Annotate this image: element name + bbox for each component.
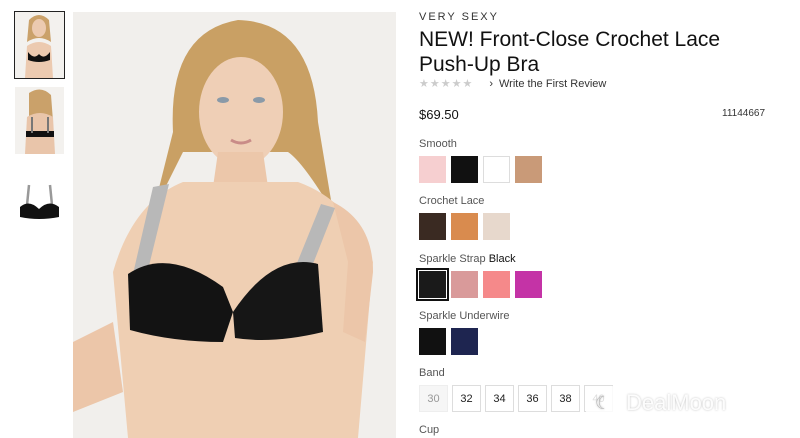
band-size-option[interactable]: 36 [518,385,547,412]
smooth-swatches [419,156,542,183]
thumbnail-3[interactable] [15,163,64,231]
dealmoon-watermark: ☾ DealMoon [586,386,726,420]
sparkle-strap-swatches [416,268,542,301]
model-back-thumbnail-image [15,87,64,154]
watermark-text: DealMoon [626,390,727,415]
product-title: NEW! Front-Close Crochet Lace Push-Up Br… [419,28,721,76]
sparkle-strap-swatch-black[interactable] [416,268,449,301]
band-label: Band [419,367,445,379]
product-flat-thumbnail-image [15,163,64,231]
band-size-option[interactable]: 30 [419,385,448,412]
chevron-right-icon: › [489,77,493,90]
sparkle-strap-label-text: Sparkle Strap [419,253,486,265]
underwire-swatch-black[interactable] [419,328,446,355]
product-sku: 11144667 [722,108,766,119]
band-size-option[interactable]: 38 [551,385,580,412]
band-size-option[interactable]: 34 [485,385,514,412]
smooth-swatch-pink[interactable] [419,156,446,183]
sparkle-strap-swatch-rose[interactable] [451,271,478,298]
crochet-lace-label: Crochet Lace [419,195,485,207]
main-product-image[interactable] [73,12,396,438]
brand-name: VERY SEXY [419,11,499,23]
smooth-swatch-black[interactable] [451,156,478,183]
band-size-options: 30 32 34 36 38 40 [419,385,613,412]
cup-label: Cup [419,424,440,436]
product-price: $69.50 [419,107,459,122]
crochet-swatch-cream[interactable] [483,213,510,240]
rating-row: ★★★★★ › Write the First Review [419,77,606,91]
sparkle-underwire-swatches [419,328,478,355]
model-wearing-bra-image [73,12,396,438]
sparkle-strap-selected-value: Black [488,253,516,265]
write-review-link[interactable]: Write the First Review [499,78,606,90]
smooth-swatch-white[interactable] [483,156,510,183]
smooth-swatch-nude[interactable] [515,156,542,183]
band-size-option[interactable]: 32 [452,385,481,412]
star-rating-icon: ★★★★★ [419,78,474,90]
sparkle-strap-label: Sparkle Strap Black [419,253,516,265]
thumbnail-2[interactable] [15,87,64,154]
model-front-thumbnail-image [15,12,64,78]
crochet-swatch-orange[interactable] [451,213,478,240]
sparkle-strap-swatch-magenta[interactable] [515,271,542,298]
sparkle-strap-swatch-coral[interactable] [483,271,510,298]
dealmoon-logo-icon: ☾ [586,386,620,420]
thumbnail-1[interactable] [14,11,65,79]
crochet-swatch-dark[interactable] [419,213,446,240]
sparkle-underwire-label: Sparkle Underwire [419,310,510,322]
underwire-swatch-navy[interactable] [451,328,478,355]
smooth-label: Smooth [419,138,457,150]
crochet-lace-swatches [419,213,510,240]
